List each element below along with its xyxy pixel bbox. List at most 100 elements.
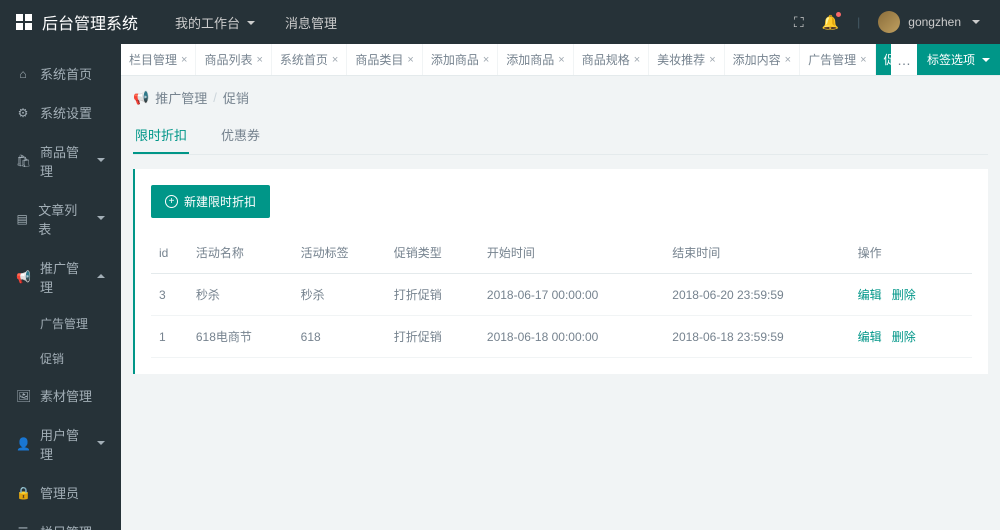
user-icon: 👤: [16, 437, 30, 451]
tab[interactable]: 添加内容 ×: [725, 44, 800, 75]
sidebar-item[interactable]: 🖼 素材管理: [0, 376, 121, 415]
header: 后台管理系统 我的工作台 消息管理 ⛶ 🔔 | gongzhen: [0, 0, 1000, 44]
lock-icon: 🔒: [16, 486, 30, 500]
close-icon[interactable]: ×: [558, 54, 564, 66]
tab[interactable]: 促销×: [876, 44, 891, 75]
tab[interactable]: 添加商品×: [498, 44, 573, 75]
sidebar-item-label: 系统设置: [40, 103, 92, 122]
cell-ops: 编辑删除: [850, 316, 972, 358]
sidebar-item-label: 素材管理: [40, 386, 92, 405]
edit-button[interactable]: 编辑: [858, 288, 882, 302]
fullscreen-icon[interactable]: ⛶: [794, 14, 804, 31]
username: gongzhen: [908, 15, 961, 29]
sidebar-item[interactable]: ⌂系统首页: [0, 54, 121, 93]
chevron-down-icon: [969, 15, 980, 29]
sidebar-item-label: 商品管理: [40, 142, 84, 180]
sidebar-item[interactable]: 🛍商品管理: [0, 132, 121, 190]
nav-item[interactable]: 消息管理: [285, 13, 337, 32]
close-icon[interactable]: ×: [860, 54, 866, 66]
breadcrumb-root[interactable]: 推广管理: [155, 88, 207, 107]
tab[interactable]: 广告管理 ×: [800, 44, 875, 75]
breadcrumb-current: 促销: [223, 88, 249, 107]
home-icon: ⌂: [16, 67, 30, 81]
sidebar-item[interactable]: 📢推广管理: [0, 248, 121, 306]
tab-label: 促销: [884, 51, 891, 68]
tab[interactable]: 系统首页 ×: [272, 44, 347, 75]
app-title: 后台管理系统: [42, 10, 138, 34]
user-menu[interactable]: gongzhen: [878, 11, 980, 33]
sidebar-item[interactable]: 👤 用户管理: [0, 415, 121, 473]
promo-icon: 📢: [133, 90, 149, 106]
tab-label: 系统首页: [280, 51, 328, 68]
table-row: 3秒杀秒杀打折促销2018-06-17 00:00:002018-06-20 2…: [151, 274, 972, 316]
sidebar-item[interactable]: ▤ 文章列表: [0, 190, 121, 248]
close-icon[interactable]: ×: [483, 54, 489, 66]
cols-icon: ☰: [16, 525, 30, 530]
sidebar-item[interactable]: ⚙ 系统设置: [0, 93, 121, 132]
table-row: 1618电商节618打折促销2018-06-18 00:00:002018-06…: [151, 316, 972, 358]
sidebar-item-label: 栏目管理: [40, 522, 92, 530]
tabs-more-icon[interactable]: …: [891, 52, 917, 68]
tab-label: 商品类目: [355, 51, 403, 68]
tab-label: 商品规格: [582, 51, 630, 68]
cell-tag: 秒杀: [293, 274, 386, 316]
tab-label: 添加内容: [733, 51, 781, 68]
bell-icon[interactable]: 🔔: [822, 14, 839, 31]
cell-name: 618电商节: [188, 316, 293, 358]
cell-name: 秒杀: [188, 274, 293, 316]
plus-icon: +: [165, 195, 178, 208]
close-icon[interactable]: ×: [785, 54, 791, 66]
tab-label: 美妆推荐: [657, 51, 705, 68]
chevron-down-icon: [94, 439, 105, 450]
sidebar-item[interactable]: 🔒管理员: [0, 473, 121, 512]
list-icon: ▤: [16, 212, 28, 226]
sidebar-item-label: 用户管理: [40, 425, 84, 463]
tab[interactable]: 商品类目 ×: [347, 44, 422, 75]
nav-item[interactable]: 我的工作台: [175, 13, 255, 32]
cell-id: 3: [151, 274, 188, 316]
close-icon[interactable]: ×: [634, 54, 640, 66]
tab[interactable]: 美妆推荐 ×: [649, 44, 724, 75]
card: + 新建限时折扣 id活动名称活动标签促销类型开始时间结束时间操作 3秒杀秒杀打…: [133, 169, 988, 374]
table-header: id: [151, 232, 188, 274]
sidebar-item-label: 文章列表: [38, 200, 84, 238]
edit-button[interactable]: 编辑: [858, 330, 882, 344]
close-icon[interactable]: ×: [256, 54, 262, 66]
close-icon[interactable]: ×: [407, 54, 413, 66]
cell-end: 2018-06-20 23:59:59: [664, 274, 849, 316]
sidebar-item-label: 推广管理: [40, 258, 84, 296]
gear-icon: ⚙: [16, 106, 30, 120]
delete-button[interactable]: 删除: [892, 288, 916, 302]
delete-button[interactable]: 删除: [892, 330, 916, 344]
avatar: [878, 11, 900, 33]
close-icon[interactable]: ×: [709, 54, 715, 66]
tab[interactable]: 添加商品×: [423, 44, 498, 75]
close-icon[interactable]: ×: [181, 54, 187, 66]
tab-label: 广告管理: [808, 51, 856, 68]
table-header: 活动标签: [293, 232, 386, 274]
chevron-up-icon: [94, 272, 105, 283]
new-button-label: 新建限时折扣: [184, 193, 256, 210]
chevron-down-icon: [94, 156, 105, 167]
table-header: 操作: [850, 232, 972, 274]
sub-tab[interactable]: 限时折扣: [133, 117, 189, 154]
close-icon[interactable]: ×: [332, 54, 338, 66]
tab[interactable]: 商品规格 ×: [574, 44, 649, 75]
breadcrumb: 📢 推广管理 / 促销: [133, 88, 988, 107]
tab-actions-button[interactable]: 标签选项: [917, 44, 1000, 75]
tab[interactable]: 商品列表×: [196, 44, 271, 75]
header-right: ⛶ 🔔 | gongzhen: [794, 11, 1000, 33]
sub-tab[interactable]: 优惠券: [219, 117, 262, 154]
tab-label: 栏目管理: [129, 51, 177, 68]
chevron-down-icon: [979, 53, 990, 67]
cell-id: 1: [151, 316, 188, 358]
sidebar-item[interactable]: ☰ 栏目管理: [0, 512, 121, 530]
cell-end: 2018-06-18 23:59:59: [664, 316, 849, 358]
tab[interactable]: 栏目管理 ×: [121, 44, 196, 75]
image-icon: 🖼: [16, 389, 30, 403]
promo-table: id活动名称活动标签促销类型开始时间结束时间操作 3秒杀秒杀打折促销2018-0…: [151, 232, 972, 358]
cell-start: 2018-06-18 00:00:00: [479, 316, 664, 358]
sidebar-sub-item[interactable]: 广告管理: [0, 306, 121, 341]
sidebar-sub-item[interactable]: 促销: [0, 341, 121, 376]
new-discount-button[interactable]: + 新建限时折扣: [151, 185, 270, 218]
